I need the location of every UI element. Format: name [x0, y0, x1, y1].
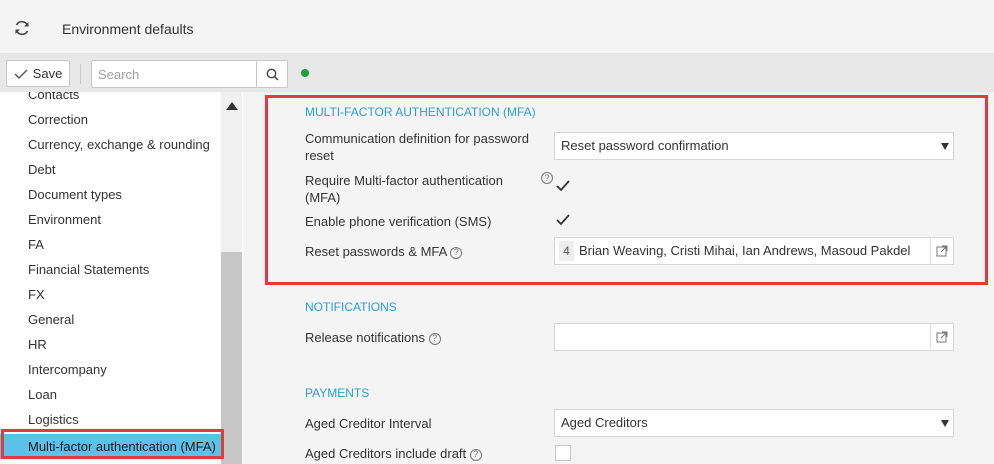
- release-notifications-label: Release notifications ?: [305, 329, 545, 346]
- refresh-icon[interactable]: [13, 19, 31, 37]
- title-bar: Environment defaults: [0, 0, 994, 54]
- comm-definition-label: Communication definition for password re…: [305, 131, 529, 163]
- sidebar-item[interactable]: Logistics: [0, 407, 221, 432]
- sidebar-item[interactable]: Contacts: [0, 92, 221, 107]
- sidebar-item[interactable]: Environment: [0, 207, 221, 232]
- save-button-label: Save: [32, 66, 63, 81]
- include-draft-label-text: Aged Creditors include draft: [305, 446, 467, 461]
- open-external-icon[interactable]: [930, 238, 953, 264]
- require-mfa-label: Require Multi-factor authentication (MFA…: [305, 172, 535, 206]
- save-button[interactable]: Save: [6, 60, 70, 87]
- section-title-payments: PAYMENTS: [305, 386, 370, 400]
- sidebar-item[interactable]: Loan: [0, 382, 221, 407]
- user-count-badge: 4: [559, 241, 574, 261]
- sidebar-item[interactable]: Currency, exchange & rounding: [0, 132, 221, 157]
- require-mfa-checkbox[interactable]: [555, 178, 571, 194]
- aged-creditor-interval-value: Aged Creditors: [561, 415, 648, 430]
- scrollbar-thumb[interactable]: [221, 252, 242, 464]
- sms-label: Enable phone verification (SMS): [305, 214, 492, 229]
- require-mfa-label-text: Require Multi-factor authentication (MFA…: [305, 173, 503, 205]
- include-draft-checkbox[interactable]: [555, 445, 571, 461]
- settings-panel: MULTI-FACTOR AUTHENTICATION (MFA) Commun…: [243, 92, 994, 464]
- chevron-down-icon: [941, 143, 949, 150]
- release-notifications-label-text: Release notifications: [305, 330, 425, 345]
- scroll-up-arrow[interactable]: [226, 102, 238, 110]
- sidebar-item[interactable]: FA: [0, 232, 221, 257]
- toolbar: Save: [0, 54, 994, 92]
- sidebar-item[interactable]: FX: [0, 282, 221, 307]
- chevron-down-icon: [941, 420, 949, 427]
- search-input[interactable]: [91, 60, 257, 88]
- sidebar-item[interactable]: Document types: [0, 182, 221, 207]
- help-icon[interactable]: ?: [469, 448, 482, 461]
- sidebar-item[interactable]: Intercompany: [0, 357, 221, 382]
- toolbar-divider: [80, 64, 81, 84]
- section-title-mfa: MULTI-FACTOR AUTHENTICATION (MFA): [305, 105, 536, 119]
- comm-definition-value: Reset password confirmation: [561, 138, 729, 153]
- reset-passwords-label-text: Reset passwords & MFA: [305, 244, 447, 259]
- include-draft-label: Aged Creditors include draft ?: [305, 445, 545, 462]
- help-icon[interactable]: ?: [428, 332, 441, 345]
- reset-users-value: Brian Weaving, Cristi Mihai, Ian Andrews…: [579, 243, 911, 258]
- reset-passwords-lookup[interactable]: 4 Brian Weaving, Cristi Mihai, Ian Andre…: [554, 237, 954, 265]
- aged-creditor-interval-select[interactable]: Aged Creditors: [554, 409, 954, 437]
- search-button[interactable]: [256, 60, 288, 88]
- sidebar-item[interactable]: HR: [0, 332, 221, 357]
- sidebar: Contacts Correction Currency, exchange & r…: [0, 92, 243, 464]
- reset-passwords-label: Reset passwords & MFA ?: [305, 243, 545, 260]
- sidebar-item[interactable]: Multi-factor authentication (MFA): [0, 434, 221, 459]
- sidebar-item[interactable]: General: [0, 307, 221, 332]
- sidebar-item[interactable]: Debt: [0, 157, 221, 182]
- page-title: Environment defaults: [62, 21, 194, 37]
- comm-definition-select[interactable]: Reset password confirmation: [554, 132, 954, 160]
- sidebar-item[interactable]: Financial Statements: [0, 257, 221, 282]
- search-icon: [266, 68, 279, 81]
- release-notifications-lookup[interactable]: [554, 323, 954, 351]
- check-icon: [14, 69, 28, 79]
- open-external-icon[interactable]: [930, 324, 953, 350]
- section-title-notifications: NOTIFICATIONS: [305, 300, 397, 314]
- help-icon[interactable]: ?: [541, 172, 553, 184]
- status-indicator: [301, 69, 309, 77]
- aged-creditor-interval-label: Aged Creditor Interval: [305, 416, 432, 431]
- sidebar-item[interactable]: Correction: [0, 107, 221, 132]
- help-icon[interactable]: ?: [450, 246, 463, 259]
- sms-checkbox[interactable]: [555, 212, 571, 228]
